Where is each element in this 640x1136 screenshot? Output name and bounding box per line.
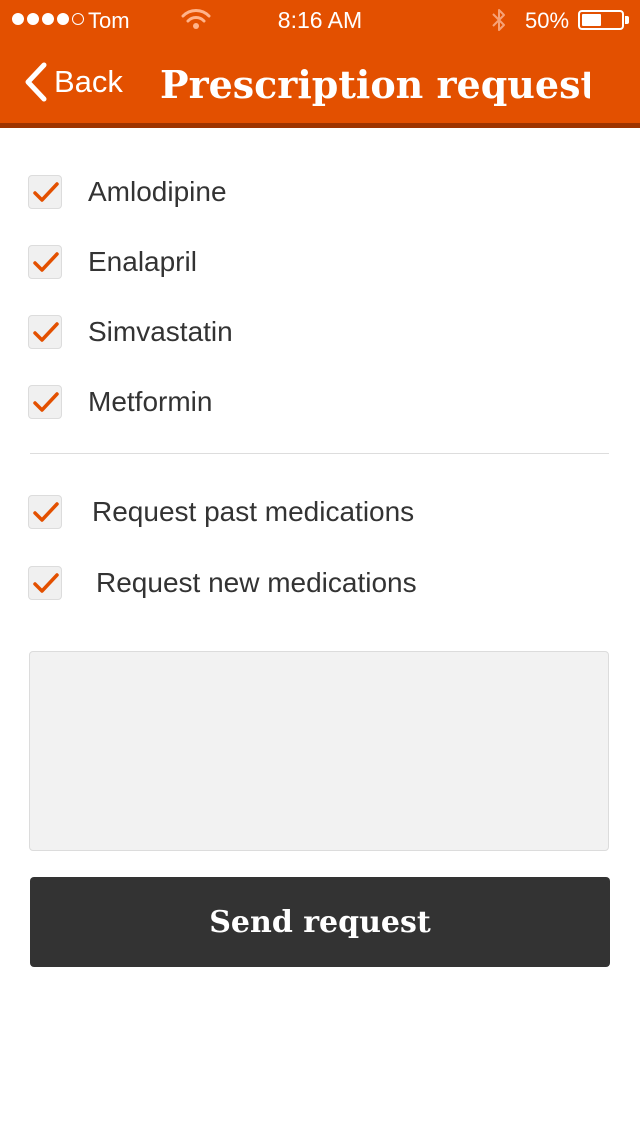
battery-level: [582, 14, 601, 26]
medication-label: Simvastatin: [88, 316, 233, 347]
checkmark-icon: [33, 392, 59, 412]
checkmark-icon: [33, 573, 59, 593]
option-label: Request new medications: [96, 567, 417, 598]
back-button-label: Back: [54, 63, 123, 99]
request-new-medications-checkbox[interactable]: Request new medications: [28, 563, 417, 603]
checkmark-icon: [33, 322, 59, 342]
battery-percent: 50%: [525, 8, 570, 33]
checkbox[interactable]: [28, 245, 62, 279]
checkbox[interactable]: [28, 385, 62, 419]
medication-checkbox-simvastatin[interactable]: Simvastatin: [28, 312, 233, 352]
medication-checkbox-amlodipine[interactable]: Amlodipine: [28, 172, 227, 212]
checkbox[interactable]: [28, 495, 62, 529]
back-button[interactable]: Back: [22, 40, 123, 123]
battery-icon: [578, 10, 624, 30]
medication-checkbox-enalapril[interactable]: Enalapril: [28, 242, 197, 282]
notes-textarea[interactable]: [29, 651, 609, 851]
medication-label: Metformin: [88, 386, 213, 417]
page-title: Prescription request...: [160, 62, 590, 107]
section-divider: [30, 453, 609, 454]
app-screen: Tom 8:16 AM 50% Back Prescription reques…: [0, 0, 640, 1136]
battery-cap: [625, 16, 629, 24]
checkmark-icon: [33, 182, 59, 202]
bluetooth-icon: [492, 9, 505, 31]
checkmark-icon: [33, 252, 59, 272]
navigation-bar: Back Prescription request...: [0, 40, 640, 128]
medication-label: Enalapril: [88, 246, 197, 277]
medication-checkbox-metformin[interactable]: Metformin: [28, 382, 212, 422]
checkmark-icon: [33, 502, 59, 522]
option-label: Request past medications: [92, 496, 415, 527]
chevron-left-icon: [25, 62, 47, 101]
status-bar: Tom 8:16 AM 50%: [0, 0, 640, 40]
checkbox[interactable]: [28, 566, 62, 600]
request-past-medications-checkbox[interactable]: Request past medications: [28, 492, 414, 532]
checkbox[interactable]: [28, 315, 62, 349]
checkbox[interactable]: [28, 175, 62, 209]
send-request-button[interactable]: Send request: [30, 877, 610, 967]
medication-label: Amlodipine: [88, 176, 227, 207]
